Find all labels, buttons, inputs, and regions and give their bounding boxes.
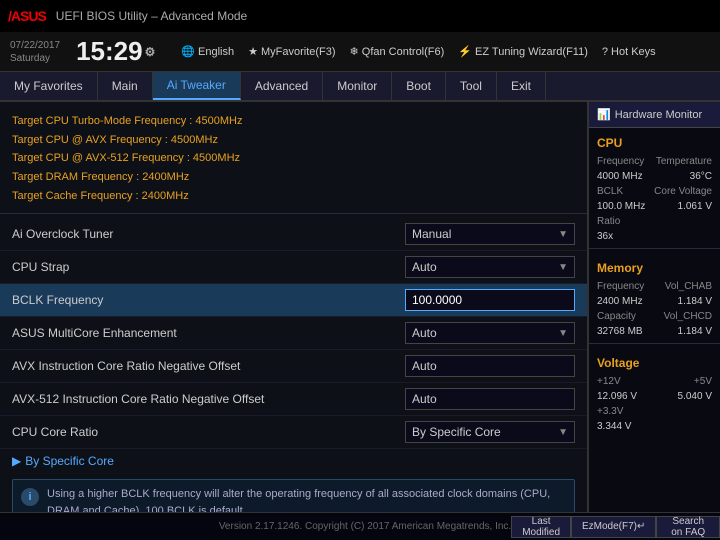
hw-33v-value: 3.344 V	[589, 419, 720, 434]
info-line-4: Target DRAM Frequency : 2400MHz	[12, 168, 575, 187]
dropdown-arrow-icon: ▼	[558, 229, 568, 240]
top-bar: /ASUS UEFI BIOS Utility – Advanced Mode	[0, 0, 720, 32]
top-icons: 🌐 English ★ MyFavorite(F3) ❄ Qfan Contro…	[181, 45, 655, 58]
dropdown-arrow-icon: ▼	[558, 262, 568, 273]
monitor-icon: 📊	[597, 108, 611, 121]
ez-tuning-icon: ⚡	[458, 45, 472, 58]
settings-gear-icon[interactable]: ⚙	[145, 45, 156, 59]
hotkeys-icon: ?	[602, 46, 608, 58]
favorites-button[interactable]: ★ MyFavorite(F3)	[248, 45, 335, 58]
info-text: Using a higher BCLK frequency will alter…	[47, 486, 566, 512]
hw-cpu-row2-values: 100.0 MHz 1.061 V	[589, 199, 720, 214]
date-display: 07/22/2017 Saturday	[10, 39, 60, 65]
favorites-icon: ★	[248, 45, 258, 58]
copyright-text: Version 2.17.1246. Copyright (C) 2017 Am…	[219, 521, 511, 532]
asus-logo: /ASUS	[8, 8, 46, 24]
nav-exit[interactable]: Exit	[497, 72, 546, 100]
language-button[interactable]: 🌐 English	[181, 45, 234, 58]
nav-monitor[interactable]: Monitor	[323, 72, 392, 100]
bclk-input[interactable]: 100.0000	[405, 289, 575, 311]
info-line-2: Target CPU @ AVX Frequency : 4500MHz	[12, 131, 575, 150]
setting-cpu-core-ratio[interactable]: CPU Core Ratio By Specific Core ▼	[0, 416, 587, 449]
setting-bclk-frequency[interactable]: BCLK Frequency 100.0000	[0, 284, 587, 317]
hardware-monitor-panel: 📊 Hardware Monitor CPU Frequency Tempera…	[588, 102, 720, 512]
avx512-offset-value: Auto	[405, 388, 575, 410]
hot-keys-button[interactable]: ? Hot Keys	[602, 45, 656, 58]
hw-33v-label: +3.3V	[589, 404, 720, 419]
language-icon: 🌐	[181, 45, 195, 58]
ez-tuning-button[interactable]: ⚡ EZ Tuning Wizard(F11)	[458, 45, 588, 58]
hw-monitor-header: 📊 Hardware Monitor	[589, 102, 720, 128]
hw-divider-2	[589, 343, 720, 344]
setting-multicore[interactable]: ASUS MultiCore Enhancement Auto ▼	[0, 317, 587, 350]
nav-main[interactable]: Main	[98, 72, 153, 100]
date-line2: Saturday	[10, 52, 60, 65]
info-lines: Target CPU Turbo-Mode Frequency : 4500MH…	[0, 108, 587, 214]
left-panel: Target CPU Turbo-Mode Frequency : 4500MH…	[0, 102, 588, 512]
by-specific-core-section[interactable]: ▶ By Specific Core	[0, 449, 587, 473]
hw-memory-title: Memory	[589, 253, 720, 279]
info-icon: i	[21, 488, 39, 506]
nav-bar: My Favorites Main Ai Tweaker Advanced Mo…	[0, 72, 720, 102]
nav-advanced[interactable]: Advanced	[241, 72, 323, 100]
hw-volt-row1-values: 12.096 V 5.040 V	[589, 389, 720, 404]
hw-cpu-row1-values: 4000 MHz 36°C	[589, 169, 720, 184]
search-faq-button[interactable]: Search on FAQ	[656, 516, 720, 538]
info-line-5: Target Cache Frequency : 2400MHz	[12, 187, 575, 206]
hw-cpu-ratio-label: Ratio	[589, 214, 720, 229]
sub-section-label: By Specific Core	[25, 454, 114, 468]
nav-ai-tweaker[interactable]: Ai Tweaker	[153, 72, 241, 100]
bottom-buttons: Last Modified EzMode(F7)↵ Search on FAQ	[511, 516, 720, 538]
multicore-value[interactable]: Auto ▼	[405, 322, 575, 344]
setting-ai-overclock-tuner[interactable]: Ai Overclock Tuner Manual ▼	[0, 218, 587, 251]
bottom-bar: Version 2.17.1246. Copyright (C) 2017 Am…	[0, 512, 720, 540]
info-line-1: Target CPU Turbo-Mode Frequency : 4500MH…	[12, 112, 575, 131]
setting-cpu-strap[interactable]: CPU Strap Auto ▼	[0, 251, 587, 284]
ez-mode-button[interactable]: EzMode(F7)↵	[571, 516, 656, 538]
info-box: i Using a higher BCLK frequency will alt…	[12, 479, 575, 512]
cpu-core-ratio-value[interactable]: By Specific Core ▼	[405, 421, 575, 443]
app-title: UEFI BIOS Utility – Advanced Mode	[56, 9, 247, 23]
fan-icon: ❄	[350, 45, 359, 58]
hw-mem-row1-labels: Frequency Vol_CHAB	[589, 279, 720, 294]
hw-cpu-row1-labels: Frequency Temperature	[589, 154, 720, 169]
hw-cpu-row2-labels: BCLK Core Voltage	[589, 184, 720, 199]
nav-boot[interactable]: Boot	[392, 72, 446, 100]
hw-monitor-title: Hardware Monitor	[615, 109, 702, 121]
hw-cpu-ratio-value: 36x	[589, 229, 720, 244]
time-display: 15:29 ⚙	[76, 36, 155, 67]
nav-my-favorites[interactable]: My Favorites	[0, 72, 98, 100]
datetime-bar: 07/22/2017 Saturday 15:29 ⚙ 🌐 English ★ …	[0, 32, 720, 72]
dropdown-arrow-icon: ▼	[558, 427, 568, 438]
hw-volt-row1-labels: +12V +5V	[589, 374, 720, 389]
hw-divider-1	[589, 248, 720, 249]
hw-mem-row1-values: 2400 MHz 1.184 V	[589, 294, 720, 309]
time-value: 15:29	[76, 36, 143, 67]
last-modified-button[interactable]: Last Modified	[511, 516, 571, 538]
hw-voltage-title: Voltage	[589, 348, 720, 374]
main-content: Target CPU Turbo-Mode Frequency : 4500MH…	[0, 102, 720, 512]
ai-overclock-value[interactable]: Manual ▼	[405, 223, 575, 245]
qfan-button[interactable]: ❄ Qfan Control(F6)	[350, 45, 445, 58]
hw-cpu-title: CPU	[589, 128, 720, 154]
hw-mem-row2-labels: Capacity Vol_CHCD	[589, 309, 720, 324]
info-line-3: Target CPU @ AVX-512 Frequency : 4500MHz	[12, 149, 575, 168]
nav-tool[interactable]: Tool	[446, 72, 497, 100]
expand-icon: ▶	[12, 454, 21, 468]
setting-avx512-offset[interactable]: AVX-512 Instruction Core Ratio Negative …	[0, 383, 587, 416]
hw-mem-row2-values: 32768 MB 1.184 V	[589, 324, 720, 339]
setting-avx-offset[interactable]: AVX Instruction Core Ratio Negative Offs…	[0, 350, 587, 383]
dropdown-arrow-icon: ▼	[558, 328, 568, 339]
date-line1: 07/22/2017	[10, 39, 60, 52]
avx-offset-value: Auto	[405, 355, 575, 377]
cpu-strap-value[interactable]: Auto ▼	[405, 256, 575, 278]
